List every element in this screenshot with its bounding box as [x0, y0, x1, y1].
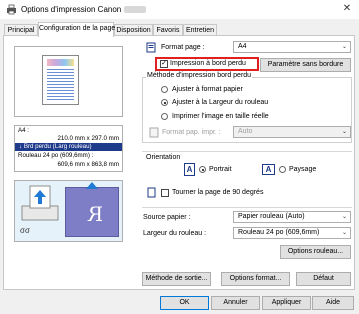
radio-fit-paper-label: Ajuster à format papier: [172, 86, 243, 93]
page-preview: [14, 46, 123, 117]
tab-page-setup[interactable]: Configuration de la page: [38, 22, 115, 37]
up-arrow-icon: [86, 182, 98, 189]
output-sheet-preview: R: [65, 187, 119, 237]
paper-size-label: A4 :: [18, 127, 30, 134]
output-method-button[interactable]: Méthode de sortie...: [142, 272, 211, 286]
radio-landscape[interactable]: [279, 166, 286, 173]
print-paper-size-icon: [149, 127, 159, 138]
print-paper-size-label: Format pap. impr. :: [162, 129, 221, 136]
roll-feed-icon: σσ: [20, 226, 30, 235]
printer-app-icon: [7, 4, 16, 15]
format-page-icon: [146, 42, 156, 53]
preview-page-lines: [47, 69, 74, 102]
paper-source-value: Papier rouleau (Auto): [238, 213, 305, 220]
paper-info-box: A4 : 210.0 mm x 297.0 mm ↓ Brd perdu (La…: [14, 125, 123, 172]
window-title: Options d'impression Canon: [21, 5, 147, 14]
radio-portrait[interactable]: [199, 166, 206, 173]
portrait-icon: A: [184, 163, 195, 176]
feed-preview: σσ R: [14, 180, 123, 242]
radio-landscape-label: Paysage: [289, 166, 317, 173]
roll-width-value: Rouleau 24 po (609,6mm): [238, 229, 320, 236]
rotate-90-label: Tourner la page de 90 degrés: [172, 189, 264, 196]
preview-page: [42, 55, 79, 105]
borderless-settings-button[interactable]: Paramètre sans bordure: [260, 58, 351, 72]
preview-page-header: [47, 59, 74, 66]
apply-button[interactable]: Appliquer: [262, 296, 311, 310]
mirrored-r-glyph: R: [88, 202, 104, 226]
source-separator: [142, 207, 352, 208]
format-page-label: Format page :: [161, 44, 205, 51]
rotate-90-checkbox[interactable]: [161, 189, 169, 197]
defaults-button[interactable]: Défaut: [296, 272, 351, 286]
format-page-select[interactable]: A4 ⌄: [233, 41, 351, 53]
paper-source-label: Source papier :: [143, 214, 191, 221]
redacted-printer-name: [124, 6, 147, 14]
orientation-separator: [142, 151, 352, 152]
radio-fit-roll-width[interactable]: [161, 99, 168, 106]
help-button[interactable]: Aide: [312, 296, 354, 310]
borderless-mode-indicator: ↓ Brd perdu (Larg rouleau): [15, 143, 122, 151]
chevron-down-icon: ⌄: [341, 214, 347, 220]
chevron-down-icon: ⌄: [341, 129, 347, 135]
rotate-page-icon: [147, 187, 156, 198]
down-arrow-icon: ↓: [19, 143, 23, 150]
cancel-button[interactable]: Annuler: [211, 296, 260, 310]
borderless-checkbox[interactable]: ✓: [160, 60, 168, 68]
radio-portrait-label: Portrait: [209, 166, 232, 173]
close-window-button[interactable]: ✕: [341, 3, 353, 15]
radio-actual-size-label: Imprimer l'image en taille réelle: [172, 113, 269, 120]
title-bar: Options d'impression Canon ✕: [0, 0, 359, 19]
print-paper-size-select: Auto ⌄: [233, 126, 351, 138]
borderless-checkbox-label: Impression à bord perdu: [170, 60, 246, 67]
borderless-mode-text: Brd perdu (Larg rouleau): [23, 143, 92, 150]
radio-actual-size[interactable]: [161, 113, 168, 120]
ok-button[interactable]: OK: [160, 296, 209, 310]
roll-width-select[interactable]: Rouleau 24 po (609,6mm) ⌄: [233, 227, 351, 239]
chevron-down-icon: ⌄: [341, 44, 347, 50]
format-page-value: A4: [238, 43, 247, 50]
landscape-icon: A: [262, 164, 275, 175]
paper-source-select[interactable]: Papier rouleau (Auto) ⌄: [233, 211, 351, 223]
printer-feed-icon: [21, 185, 59, 221]
radio-fit-paper[interactable]: [161, 86, 168, 93]
chevron-down-icon: ⌄: [341, 230, 347, 236]
print-paper-size-value: Auto: [238, 128, 253, 135]
format-options-button[interactable]: Options format...: [221, 272, 290, 286]
radio-fit-roll-width-label: Ajuster à la Largeur du rouleau: [172, 99, 269, 106]
orientation-label: Orientation: [146, 154, 181, 161]
roll-options-button[interactable]: Options rouleau...: [280, 245, 351, 259]
dialog-button-bar: OK Annuler Appliquer Aide: [0, 292, 359, 314]
roll-size-value: 609,6 mm x 863,8 mm: [57, 161, 119, 168]
roll-size-label: Rouleau 24 po (609,6mm) :: [18, 152, 94, 159]
paper-size-value: 210.0 mm x 297.0 mm: [57, 135, 119, 142]
roll-width-label: Largeur du rouleau :: [143, 230, 207, 237]
borderless-method-label: Méthode d'impression bord perdu: [146, 72, 253, 79]
